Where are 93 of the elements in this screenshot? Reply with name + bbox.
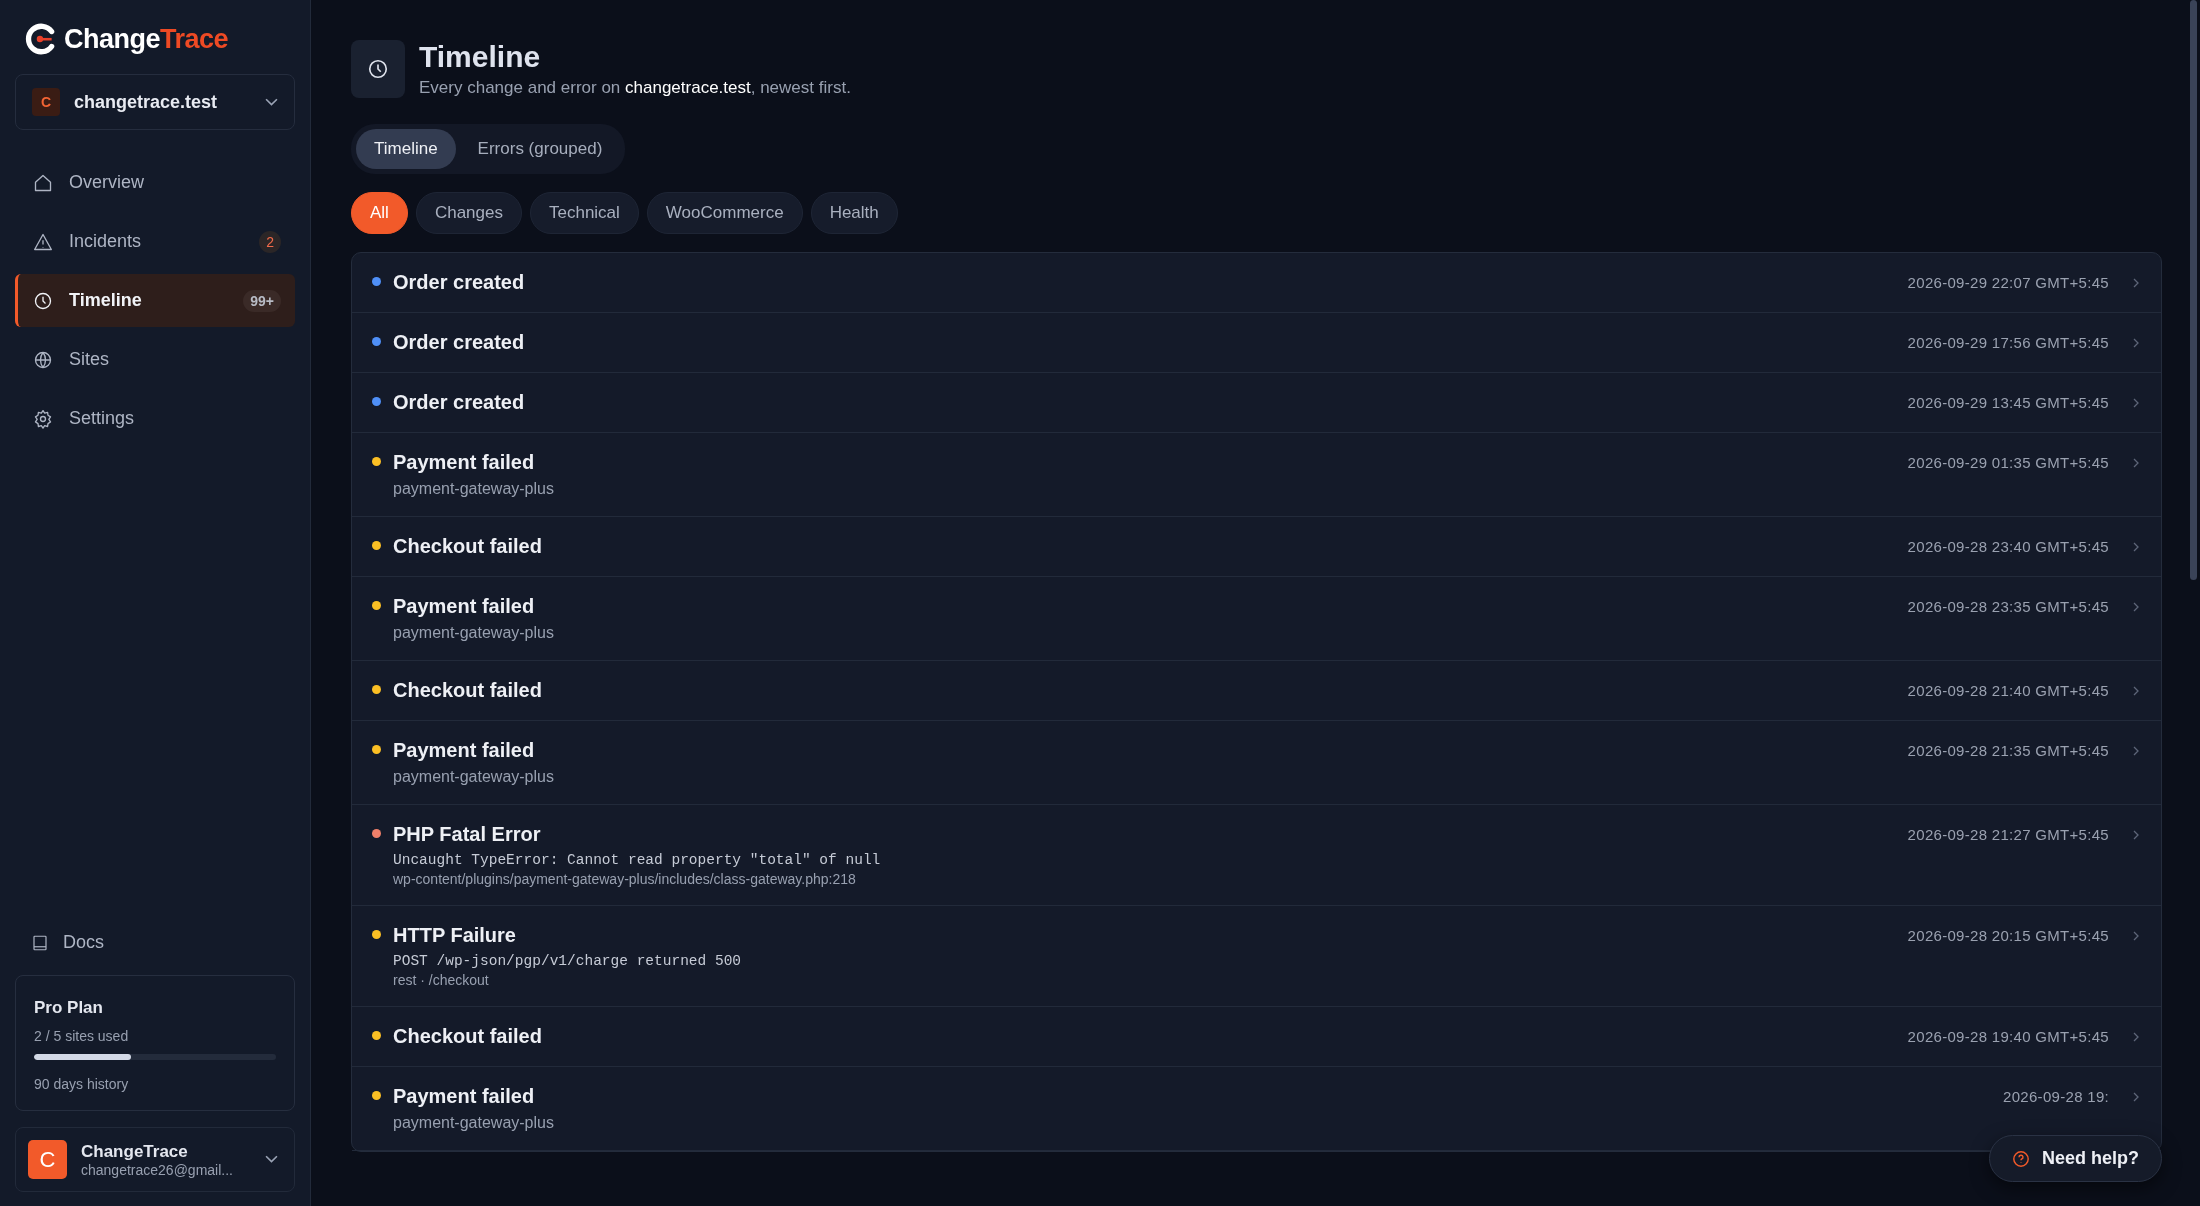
clock-icon xyxy=(33,290,53,311)
chevron-right-icon xyxy=(2133,602,2139,612)
event-title: Payment failed xyxy=(393,1085,536,1108)
event-row[interactable]: Payment failed payment-gateway-plus 2026-09-29 01:35 GMT+5:45 xyxy=(352,433,2161,517)
event-source: wp-content/plugins/payment-gateway-plus/includes/class-gateway.php:218 xyxy=(393,871,857,887)
account-avatar: C xyxy=(28,1140,67,1179)
page-subtitle: Every change and error on changetrace.test, newest first. xyxy=(419,78,851,98)
chevron-right-icon xyxy=(2133,931,2139,941)
view-tab[interactable]: Timeline xyxy=(356,129,456,169)
event-source: rest · /checkout xyxy=(393,972,490,988)
event-row[interactable]: HTTP Failure POST /wp-json/pgp/v1/charge returned 500 rest · /checkout 2026-09-28 20:15 GMT+5:45 xyxy=(352,906,2161,1007)
event-title: PHP Fatal Error xyxy=(393,823,542,846)
chevron-right-icon xyxy=(2133,686,2139,696)
event-title: Payment failed xyxy=(393,451,536,474)
event-title: Checkout failed xyxy=(393,1025,543,1048)
event-row[interactable]: Order created 2026-09-29 22:07 GMT+5:45 xyxy=(352,253,2161,313)
event-row[interactable]: Order created 2026-09-29 13:45 GMT+5:45 xyxy=(352,373,2161,433)
account-name: ChangeTrace xyxy=(81,1141,189,1162)
docs-link[interactable]: Docs xyxy=(15,932,295,953)
event-time: 2026-09-28 23:40 GMT+5:45 xyxy=(1907,538,2109,555)
event-source: payment-gateway-plus xyxy=(393,1114,555,1132)
nav-item[interactable]: Sites xyxy=(15,333,295,386)
event-row[interactable]: Payment failed payment-gateway-plus 2026-09-28 23:35 GMT+5:45 xyxy=(352,577,2161,661)
count-badge: 99+ xyxy=(243,289,281,312)
event-source: payment-gateway-plus xyxy=(393,768,555,786)
event-title: Payment failed xyxy=(393,595,536,618)
site-avatar: C xyxy=(32,88,60,116)
warning-icon xyxy=(33,231,53,252)
clock-icon xyxy=(351,40,405,98)
plan-usage: 2 / 5 sites used xyxy=(34,1028,130,1044)
home-icon xyxy=(33,172,53,193)
event-time: 2026-09-28 19: xyxy=(2003,1088,2109,1105)
event-title: Order created xyxy=(393,391,526,414)
event-time: 2026-09-28 21:35 GMT+5:45 xyxy=(1907,742,2109,759)
account-menu[interactable]: C ChangeTrace changetrace26@gmail... xyxy=(15,1127,295,1192)
event-time: 2026-09-28 23:35 GMT+5:45 xyxy=(1907,598,2109,615)
event-row[interactable]: Order created 2026-09-29 17:56 GMT+5:45 xyxy=(352,313,2161,373)
chevron-down-icon xyxy=(265,97,278,107)
event-row[interactable]: Checkout failed 2026-09-28 23:40 GMT+5:45 xyxy=(352,517,2161,577)
event-title: Order created xyxy=(393,331,526,354)
nav-item[interactable]: Settings xyxy=(15,392,295,445)
site-name: changetrace.test xyxy=(74,91,219,113)
chevron-right-icon xyxy=(2133,398,2139,408)
nav-item[interactable]: Incidents 2 xyxy=(15,215,295,268)
settings-icon xyxy=(33,408,53,429)
count-badge: 2 xyxy=(259,230,281,253)
scrollbar[interactable] xyxy=(2190,0,2197,580)
event-title: Order created xyxy=(393,271,526,294)
help-button[interactable]: Need help? xyxy=(1989,1135,2162,1182)
event-source: payment-gateway-plus xyxy=(393,480,555,498)
event-time: 2026-09-29 01:35 GMT+5:45 xyxy=(1907,454,2109,471)
event-row[interactable]: PHP Fatal Error Uncaught TypeError: Cannot read property "total" of null wp-content/plugins/payment-gateway-plus/includes/class-gateway.php:218 2026-09-28 21:27 GMT+5:45 xyxy=(352,805,2161,906)
page-title: Timeline xyxy=(419,40,542,74)
site-switcher[interactable]: C changetrace.test xyxy=(15,74,295,130)
event-time: 2026-09-28 19:40 GMT+5:45 xyxy=(1907,1028,2109,1045)
event-row[interactable]: Checkout failed 2026-09-28 21:40 GMT+5:45 xyxy=(352,661,2161,721)
chevron-right-icon xyxy=(2133,542,2139,552)
chevron-right-icon xyxy=(2133,278,2139,288)
nav-item[interactable]: Timeline 99+ xyxy=(15,274,295,327)
chevron-right-icon xyxy=(2133,1092,2139,1102)
event-title: Payment failed xyxy=(393,739,536,762)
event-time: 2026-09-29 17:56 GMT+5:45 xyxy=(1907,334,2109,351)
filter-chip[interactable]: Technical xyxy=(529,192,639,234)
event-time: 2026-09-28 20:15 GMT+5:45 xyxy=(1907,927,2109,944)
event-detail: POST /wp-json/pgp/v1/charge returned 500 xyxy=(393,953,743,969)
event-title: Checkout failed xyxy=(393,535,543,558)
event-row[interactable]: Checkout failed 2026-09-28 19:40 GMT+5:45 xyxy=(352,1007,2161,1067)
event-title: HTTP Failure xyxy=(393,924,517,947)
filter-chip[interactable]: WooCommerce xyxy=(646,192,803,234)
event-time: 2026-09-28 21:27 GMT+5:45 xyxy=(1907,826,2109,843)
chevron-right-icon xyxy=(2133,338,2139,348)
event-title: Checkout failed xyxy=(393,679,543,702)
chevron-right-icon xyxy=(2133,746,2139,756)
event-time: 2026-09-29 22:07 GMT+5:45 xyxy=(1907,274,2109,291)
event-detail: Uncaught TypeError: Cannot read property "total" of null xyxy=(393,852,882,868)
chevron-right-icon xyxy=(2133,1032,2139,1042)
account-email: changetrace26@gmail... xyxy=(81,1161,234,1178)
nav-item[interactable]: Overview xyxy=(15,156,295,209)
event-row[interactable]: Payment failed payment-gateway-plus 2026-09-28 21:35 GMT+5:45 xyxy=(352,721,2161,805)
brand-name: ChangeTrace xyxy=(64,23,229,55)
globe-icon xyxy=(33,349,53,370)
filter-chip[interactable]: Changes xyxy=(415,192,522,234)
view-tab[interactable]: Errors (grouped) xyxy=(459,129,621,169)
filter-chip[interactable]: Health xyxy=(810,192,898,234)
chevron-right-icon xyxy=(2133,830,2139,840)
help-icon xyxy=(2012,1149,2030,1168)
plan-title: Pro Plan xyxy=(34,998,104,1018)
event-time: 2026-09-28 21:40 GMT+5:45 xyxy=(1907,682,2109,699)
chevron-right-icon xyxy=(2133,458,2139,468)
event-source: payment-gateway-plus xyxy=(393,624,555,642)
plan-history: 90 days history xyxy=(34,1076,130,1092)
chevron-down-icon xyxy=(265,1155,278,1164)
event-time: 2026-09-29 13:45 GMT+5:45 xyxy=(1907,394,2109,411)
